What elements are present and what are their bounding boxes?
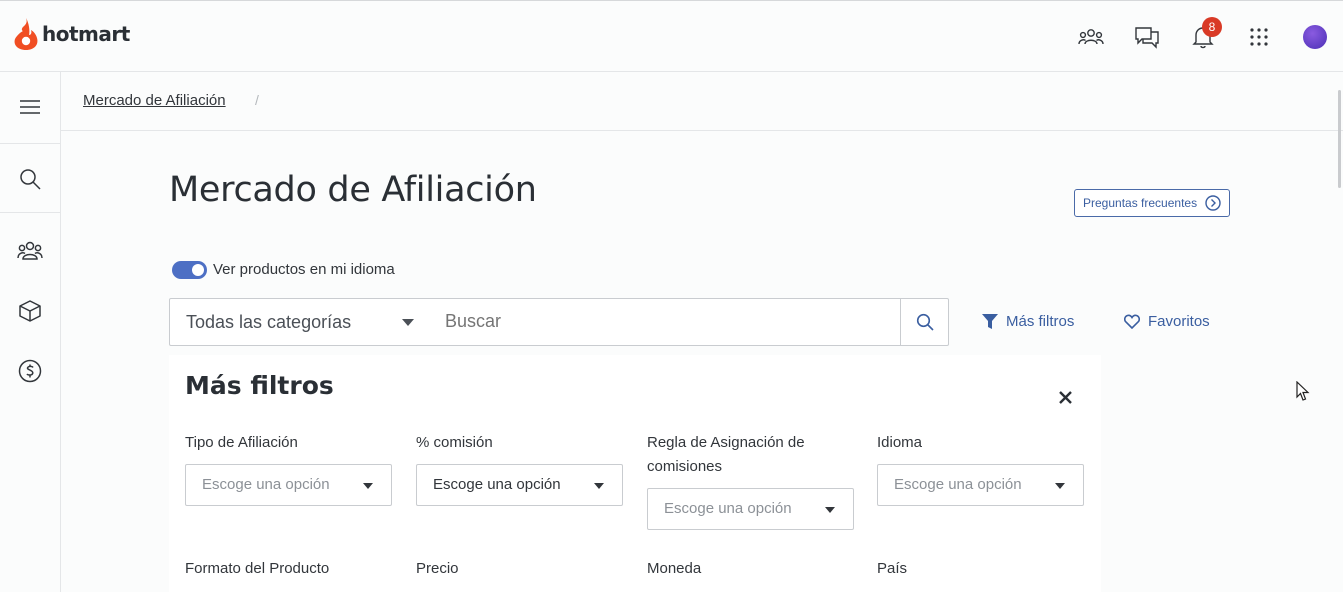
filters-title: Más filtros [185,371,334,400]
users-icon[interactable] [0,221,60,281]
bell-icon[interactable]: 8 [1188,17,1222,52]
filters-panel: Más filtros Tipo de Afiliación Escoge un… [169,355,1101,592]
search-input[interactable] [445,311,885,332]
filter-label-comision: % comisión [416,434,493,451]
select-value: Escoge una opción [894,476,1022,493]
menu-icon[interactable] [0,77,60,137]
notification-badge: 8 [1202,17,1222,37]
mouse-cursor-icon [1296,381,1310,401]
box-icon[interactable] [0,281,60,341]
flame-logo-icon [14,18,38,50]
favorites-button[interactable]: Favoritos [1124,313,1210,330]
more-filters-button[interactable]: Más filtros [982,313,1074,330]
caret-down-icon [1055,483,1065,489]
faq-button[interactable]: Preguntas frecuentes [1074,189,1230,217]
chat-icon[interactable] [1132,22,1162,52]
close-icon[interactable] [1055,387,1075,407]
select-value: Escoge una opción [202,476,330,493]
filter-icon [982,313,998,329]
language-toggle[interactable] [172,261,207,279]
avatar[interactable] [1303,25,1327,49]
breadcrumb: Mercado de Afiliación / [61,72,1343,131]
more-filters-label: Más filtros [1006,313,1075,330]
language-toggle-label: Ver productos en mi idioma [213,261,395,278]
filter-label-moneda: Moneda [647,560,702,577]
filter-select-tipo[interactable]: Escoge una opción [185,464,392,506]
filter-label-idioma: Idioma [877,434,923,451]
search-icon [916,313,934,331]
heart-icon [1124,314,1140,329]
search-button[interactable] [900,299,949,345]
filter-select-comision[interactable]: Escoge una opción [416,464,623,506]
brand-name: hotmart [42,22,130,46]
filter-select-idioma[interactable]: Escoge una opción [877,464,1084,506]
category-select[interactable]: Todas las categorías [186,312,351,333]
caret-down-icon [363,483,373,489]
search-bar: Todas las categorías [169,298,949,346]
faq-label: Preguntas frecuentes [1083,196,1198,210]
hotmart-logo[interactable]: hotmart [13,16,130,52]
page-title: Mercado de Afiliación [169,170,537,210]
favorites-label: Favoritos [1148,313,1210,330]
breadcrumb-item[interactable]: Mercado de Afiliación [83,92,226,109]
caret-down-icon [594,483,604,489]
filter-label-regla: Regla de Asignación de comisiones [647,434,805,475]
scrollbar[interactable] [1338,90,1341,188]
search-icon[interactable] [0,149,60,209]
users-icon[interactable] [1076,22,1106,52]
select-value: Escoge una opción [664,500,792,517]
apps-grid-icon[interactable] [1244,22,1274,52]
sidebar [0,72,61,592]
filter-select-regla[interactable]: Escoge una opción [647,488,854,530]
dollar-icon[interactable] [0,341,60,401]
filter-label-precio: Precio [416,560,459,577]
filter-label-formato: Formato del Producto [185,560,330,577]
caret-down-icon [402,319,414,326]
filter-label-tipo: Tipo de Afiliación [185,434,298,451]
filter-label-pais: País [877,560,908,577]
breadcrumb-separator: / [255,92,259,108]
chevron-right-circle-icon [1205,195,1221,211]
caret-down-icon [825,507,835,513]
top-bar: hotmart 8 [0,0,1343,72]
select-value: Escoge una opción [433,476,561,493]
